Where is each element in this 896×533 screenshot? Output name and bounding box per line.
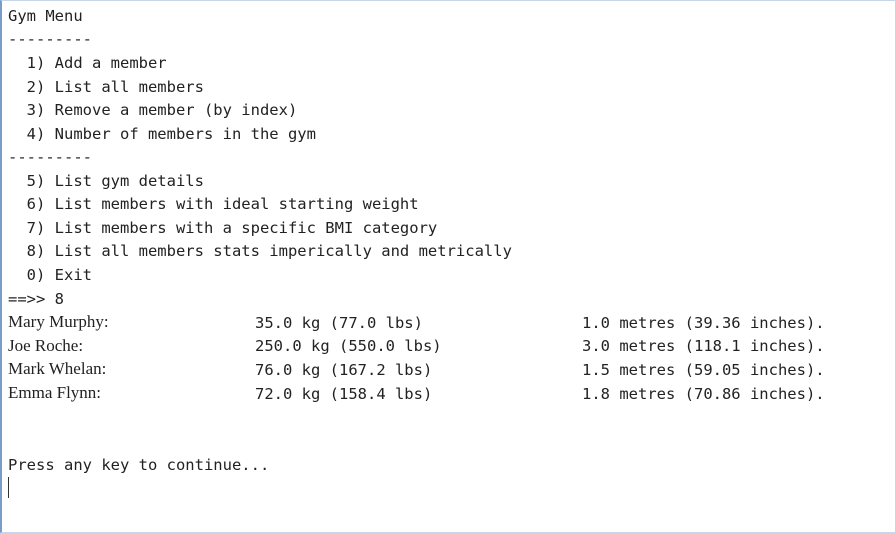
menu-divider-2: ---------: [8, 148, 92, 166]
console-window[interactable]: Gym Menu --------- 1) Add a member 2) Li…: [0, 0, 896, 533]
menu-item-gym-details: 5) List gym details: [8, 172, 204, 190]
menu-item-remove-member: 3) Remove a member (by index): [8, 101, 298, 119]
menu-item-list-members: 2) List all members: [8, 78, 204, 96]
member-name: Mark Whelan:: [8, 359, 107, 378]
member-weight: 35.0 kg (77.0 lbs): [255, 314, 423, 332]
member-weight: 250.0 kg (550.0 lbs): [255, 337, 442, 355]
menu-item-number-of-members: 4) Number of members in the gym: [8, 125, 316, 143]
menu-title: Gym Menu: [8, 7, 83, 25]
member-height: 1.5 metres (59.05 inches).: [582, 361, 825, 379]
text-cursor: [8, 477, 9, 498]
member-weight: 72.0 kg (158.4 lbs): [255, 385, 433, 403]
menu-item-bmi-category: 7) List members with a specific BMI cate…: [8, 219, 438, 237]
menu-input-prompt: ==>> 8: [8, 290, 64, 308]
continue-prompt: Press any key to continue...: [8, 456, 270, 474]
member-weight: 76.0 kg (167.2 lbs): [255, 361, 433, 379]
member-name: Emma Flynn:: [8, 383, 102, 402]
member-height: 3.0 metres (118.1 inches).: [582, 337, 825, 355]
member-height: 1.0 metres (39.36 inches).: [582, 314, 825, 332]
menu-item-ideal-weight: 6) List members with ideal starting weig…: [8, 195, 419, 213]
member-name: Joe Roche:: [8, 336, 84, 355]
member-name: Mary Murphy:: [8, 312, 109, 331]
menu-item-add-member: 1) Add a member: [8, 54, 167, 72]
menu-item-member-stats: 8) List all members stats imperically an…: [8, 242, 512, 260]
member-height: 1.8 metres (70.86 inches).: [582, 385, 825, 403]
menu-divider: ---------: [8, 30, 92, 48]
menu-item-exit: 0) Exit: [8, 266, 92, 284]
